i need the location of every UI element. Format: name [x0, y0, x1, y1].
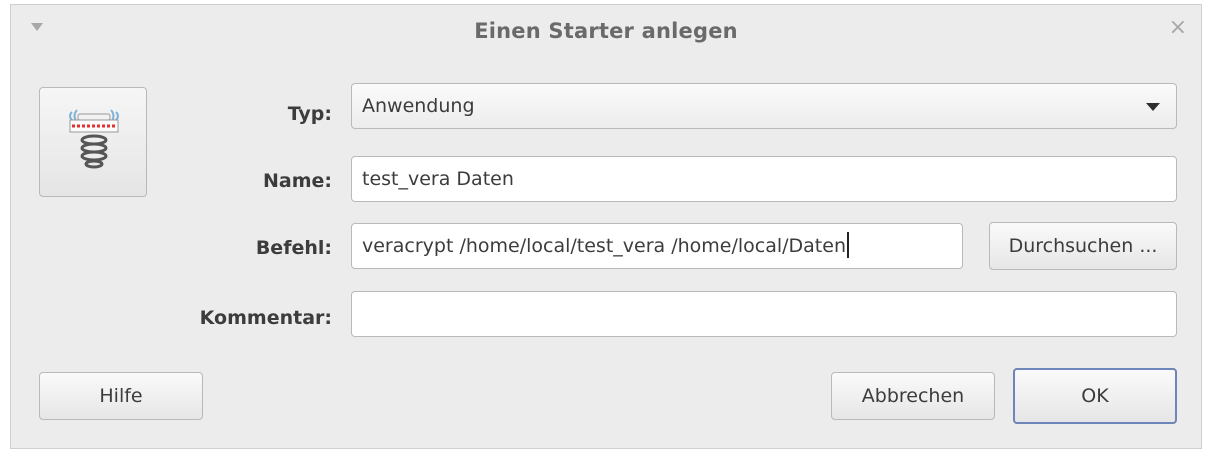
dialog-title: Einen Starter anlegen: [474, 19, 738, 43]
comment-label: Kommentar:: [199, 307, 332, 329]
command-label: Befehl:: [255, 237, 332, 259]
launcher-icon-button[interactable]: [39, 87, 147, 197]
close-icon[interactable]: ×: [1169, 17, 1187, 39]
type-value: Anwendung: [362, 95, 475, 117]
launcher-spring-icon: [69, 109, 119, 169]
comment-field[interactable]: [351, 291, 1177, 337]
type-combobox[interactable]: Anwendung: [351, 83, 1177, 129]
command-value: veracrypt /home/local/test_vera /home/lo…: [362, 235, 846, 257]
name-label: Name:: [262, 170, 332, 192]
chevron-down-icon: [1146, 103, 1160, 111]
create-launcher-dialog: Einen Starter anlegen × Typ: Anwendung N…: [10, 4, 1202, 449]
help-button[interactable]: Hilfe: [39, 372, 203, 420]
name-value: test_vera Daten: [362, 168, 514, 190]
name-field[interactable]: test_vera Daten: [351, 156, 1177, 202]
titlebar: Einen Starter anlegen ×: [11, 5, 1201, 59]
browse-button[interactable]: Durchsuchen ...: [989, 222, 1177, 270]
cancel-button[interactable]: Abbrechen: [831, 372, 995, 420]
text-cursor: [847, 232, 849, 258]
type-label: Typ:: [287, 103, 332, 125]
command-field[interactable]: veracrypt /home/local/test_vera /home/lo…: [351, 223, 963, 269]
ok-button[interactable]: OK: [1013, 368, 1177, 424]
